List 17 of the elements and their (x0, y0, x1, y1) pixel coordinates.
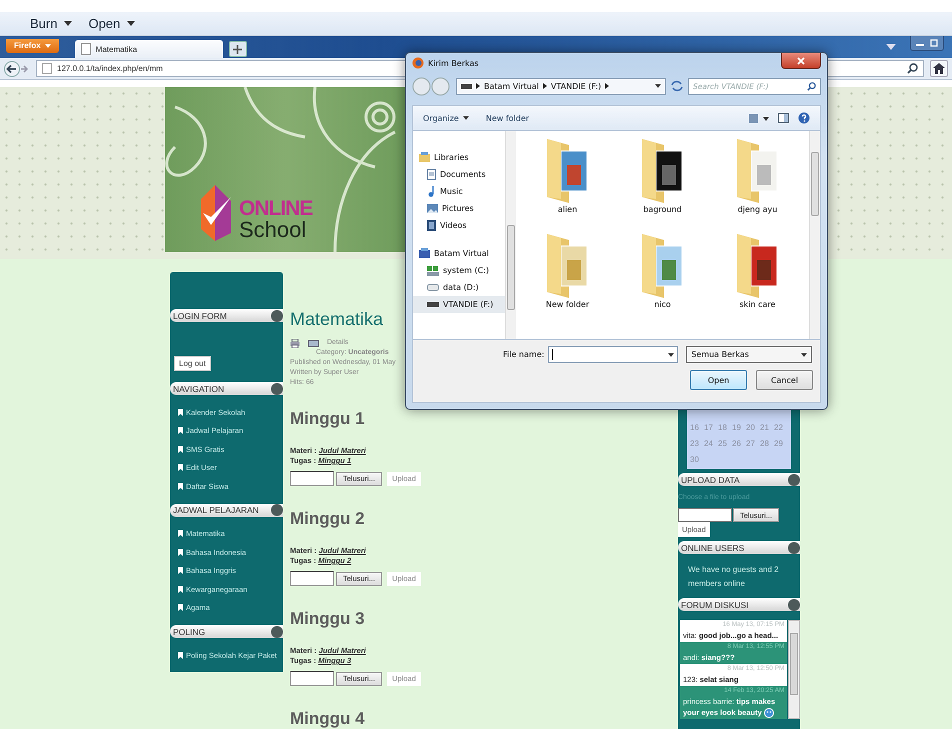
logo-text: School (239, 219, 308, 241)
module-title: JADWAL PELAJARAN (173, 505, 259, 515)
online-users-text: We have no guests and 2 members online (687, 564, 780, 590)
dialog-title: Kirim Berkas (428, 58, 479, 68)
module-title: NAVIGATION (173, 384, 224, 394)
week-heading: Minggu 1 (290, 409, 366, 429)
module-title: UPLOAD DATA (681, 474, 740, 484)
week-heading: Minggu 2 (290, 509, 366, 529)
logo-text: ONLINE (239, 198, 312, 219)
module-title: ONLINE USERS (681, 542, 744, 552)
module-title: LOGIN FORM (173, 310, 227, 320)
module-title: FORUM DISKUSI (681, 600, 749, 610)
article-title: Matematika (290, 308, 384, 330)
week-heading: Minggu 3 (290, 609, 366, 629)
week-heading: Minggu 4 (290, 709, 366, 729)
module-title: POLING (173, 626, 206, 636)
file-name-label: File name: (503, 350, 544, 359)
